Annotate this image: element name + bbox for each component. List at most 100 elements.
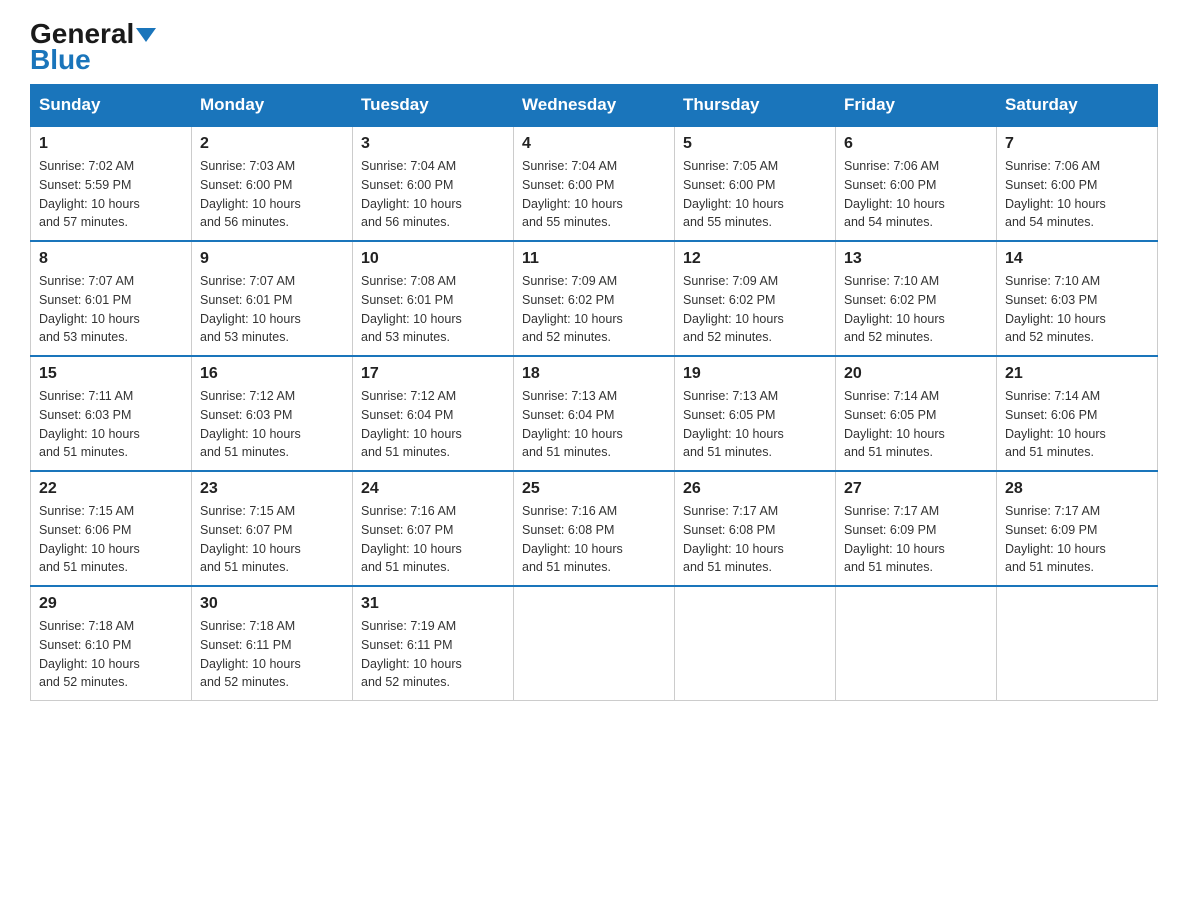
- day-info: Sunrise: 7:13 AM Sunset: 6:04 PM Dayligh…: [522, 387, 666, 462]
- day-info: Sunrise: 7:19 AM Sunset: 6:11 PM Dayligh…: [361, 617, 505, 692]
- day-info: Sunrise: 7:04 AM Sunset: 6:00 PM Dayligh…: [361, 157, 505, 232]
- calendar-day-cell: [836, 586, 997, 701]
- day-number: 1: [39, 135, 183, 153]
- calendar-week-row: 29 Sunrise: 7:18 AM Sunset: 6:10 PM Dayl…: [31, 586, 1158, 701]
- calendar-day-header: Thursday: [675, 85, 836, 127]
- calendar-day-header: Sunday: [31, 85, 192, 127]
- day-number: 26: [683, 480, 827, 498]
- day-number: 22: [39, 480, 183, 498]
- day-info: Sunrise: 7:17 AM Sunset: 6:08 PM Dayligh…: [683, 502, 827, 577]
- calendar-day-cell: 23 Sunrise: 7:15 AM Sunset: 6:07 PM Dayl…: [192, 471, 353, 586]
- day-number: 20: [844, 365, 988, 383]
- day-info: Sunrise: 7:13 AM Sunset: 6:05 PM Dayligh…: [683, 387, 827, 462]
- day-number: 7: [1005, 135, 1149, 153]
- day-info: Sunrise: 7:07 AM Sunset: 6:01 PM Dayligh…: [39, 272, 183, 347]
- day-number: 5: [683, 135, 827, 153]
- day-info: Sunrise: 7:11 AM Sunset: 6:03 PM Dayligh…: [39, 387, 183, 462]
- day-info: Sunrise: 7:03 AM Sunset: 6:00 PM Dayligh…: [200, 157, 344, 232]
- day-info: Sunrise: 7:07 AM Sunset: 6:01 PM Dayligh…: [200, 272, 344, 347]
- calendar-day-header: Wednesday: [514, 85, 675, 127]
- day-info: Sunrise: 7:09 AM Sunset: 6:02 PM Dayligh…: [683, 272, 827, 347]
- day-info: Sunrise: 7:09 AM Sunset: 6:02 PM Dayligh…: [522, 272, 666, 347]
- day-number: 29: [39, 595, 183, 613]
- day-number: 6: [844, 135, 988, 153]
- calendar-day-cell: 3 Sunrise: 7:04 AM Sunset: 6:00 PM Dayli…: [353, 126, 514, 241]
- calendar-day-cell: 16 Sunrise: 7:12 AM Sunset: 6:03 PM Dayl…: [192, 356, 353, 471]
- day-number: 18: [522, 365, 666, 383]
- day-info: Sunrise: 7:12 AM Sunset: 6:04 PM Dayligh…: [361, 387, 505, 462]
- day-number: 23: [200, 480, 344, 498]
- day-number: 12: [683, 250, 827, 268]
- calendar-day-cell: 10 Sunrise: 7:08 AM Sunset: 6:01 PM Dayl…: [353, 241, 514, 356]
- day-info: Sunrise: 7:06 AM Sunset: 6:00 PM Dayligh…: [1005, 157, 1149, 232]
- calendar-day-header: Friday: [836, 85, 997, 127]
- calendar-day-cell: 25 Sunrise: 7:16 AM Sunset: 6:08 PM Dayl…: [514, 471, 675, 586]
- calendar-week-row: 8 Sunrise: 7:07 AM Sunset: 6:01 PM Dayli…: [31, 241, 1158, 356]
- day-info: Sunrise: 7:18 AM Sunset: 6:10 PM Dayligh…: [39, 617, 183, 692]
- day-number: 8: [39, 250, 183, 268]
- calendar-day-cell: [675, 586, 836, 701]
- day-info: Sunrise: 7:06 AM Sunset: 6:00 PM Dayligh…: [844, 157, 988, 232]
- calendar-day-cell: 24 Sunrise: 7:16 AM Sunset: 6:07 PM Dayl…: [353, 471, 514, 586]
- calendar-day-cell: 27 Sunrise: 7:17 AM Sunset: 6:09 PM Dayl…: [836, 471, 997, 586]
- calendar-day-cell: 2 Sunrise: 7:03 AM Sunset: 6:00 PM Dayli…: [192, 126, 353, 241]
- calendar-week-row: 22 Sunrise: 7:15 AM Sunset: 6:06 PM Dayl…: [31, 471, 1158, 586]
- day-number: 25: [522, 480, 666, 498]
- day-info: Sunrise: 7:17 AM Sunset: 6:09 PM Dayligh…: [1005, 502, 1149, 577]
- calendar-day-cell: 30 Sunrise: 7:18 AM Sunset: 6:11 PM Dayl…: [192, 586, 353, 701]
- day-info: Sunrise: 7:12 AM Sunset: 6:03 PM Dayligh…: [200, 387, 344, 462]
- day-info: Sunrise: 7:15 AM Sunset: 6:06 PM Dayligh…: [39, 502, 183, 577]
- logo-blue-text: Blue: [30, 44, 91, 75]
- day-number: 11: [522, 250, 666, 268]
- calendar-day-header: Monday: [192, 85, 353, 127]
- day-number: 19: [683, 365, 827, 383]
- day-number: 16: [200, 365, 344, 383]
- calendar-day-cell: 7 Sunrise: 7:06 AM Sunset: 6:00 PM Dayli…: [997, 126, 1158, 241]
- calendar-day-cell: 12 Sunrise: 7:09 AM Sunset: 6:02 PM Dayl…: [675, 241, 836, 356]
- day-number: 4: [522, 135, 666, 153]
- day-number: 2: [200, 135, 344, 153]
- day-number: 24: [361, 480, 505, 498]
- calendar-day-cell: 20 Sunrise: 7:14 AM Sunset: 6:05 PM Dayl…: [836, 356, 997, 471]
- day-info: Sunrise: 7:14 AM Sunset: 6:05 PM Dayligh…: [844, 387, 988, 462]
- day-info: Sunrise: 7:15 AM Sunset: 6:07 PM Dayligh…: [200, 502, 344, 577]
- calendar-day-cell: 28 Sunrise: 7:17 AM Sunset: 6:09 PM Dayl…: [997, 471, 1158, 586]
- calendar-day-cell: 19 Sunrise: 7:13 AM Sunset: 6:05 PM Dayl…: [675, 356, 836, 471]
- day-number: 10: [361, 250, 505, 268]
- calendar-day-header: Saturday: [997, 85, 1158, 127]
- calendar-week-row: 1 Sunrise: 7:02 AM Sunset: 5:59 PM Dayli…: [31, 126, 1158, 241]
- calendar-day-cell: 17 Sunrise: 7:12 AM Sunset: 6:04 PM Dayl…: [353, 356, 514, 471]
- day-info: Sunrise: 7:18 AM Sunset: 6:11 PM Dayligh…: [200, 617, 344, 692]
- day-info: Sunrise: 7:16 AM Sunset: 6:08 PM Dayligh…: [522, 502, 666, 577]
- logo: General Blue: [30, 20, 156, 74]
- day-info: Sunrise: 7:04 AM Sunset: 6:00 PM Dayligh…: [522, 157, 666, 232]
- calendar-day-cell: 1 Sunrise: 7:02 AM Sunset: 5:59 PM Dayli…: [31, 126, 192, 241]
- day-number: 13: [844, 250, 988, 268]
- calendar-week-row: 15 Sunrise: 7:11 AM Sunset: 6:03 PM Dayl…: [31, 356, 1158, 471]
- calendar-day-cell: 14 Sunrise: 7:10 AM Sunset: 6:03 PM Dayl…: [997, 241, 1158, 356]
- calendar-table: SundayMondayTuesdayWednesdayThursdayFrid…: [30, 84, 1158, 701]
- logo-triangle-icon: [136, 28, 156, 42]
- calendar-day-cell: 15 Sunrise: 7:11 AM Sunset: 6:03 PM Dayl…: [31, 356, 192, 471]
- calendar-day-cell: 4 Sunrise: 7:04 AM Sunset: 6:00 PM Dayli…: [514, 126, 675, 241]
- calendar-day-cell: 22 Sunrise: 7:15 AM Sunset: 6:06 PM Dayl…: [31, 471, 192, 586]
- day-number: 9: [200, 250, 344, 268]
- calendar-day-cell: 13 Sunrise: 7:10 AM Sunset: 6:02 PM Dayl…: [836, 241, 997, 356]
- calendar-day-cell: 9 Sunrise: 7:07 AM Sunset: 6:01 PM Dayli…: [192, 241, 353, 356]
- calendar-day-cell: 29 Sunrise: 7:18 AM Sunset: 6:10 PM Dayl…: [31, 586, 192, 701]
- calendar-day-cell: 5 Sunrise: 7:05 AM Sunset: 6:00 PM Dayli…: [675, 126, 836, 241]
- day-number: 3: [361, 135, 505, 153]
- logo-blue-line: Blue: [30, 46, 91, 74]
- calendar-day-cell: 6 Sunrise: 7:06 AM Sunset: 6:00 PM Dayli…: [836, 126, 997, 241]
- day-number: 15: [39, 365, 183, 383]
- day-info: Sunrise: 7:17 AM Sunset: 6:09 PM Dayligh…: [844, 502, 988, 577]
- day-number: 28: [1005, 480, 1149, 498]
- day-info: Sunrise: 7:05 AM Sunset: 6:00 PM Dayligh…: [683, 157, 827, 232]
- calendar-day-header: Tuesday: [353, 85, 514, 127]
- day-number: 14: [1005, 250, 1149, 268]
- day-info: Sunrise: 7:10 AM Sunset: 6:02 PM Dayligh…: [844, 272, 988, 347]
- calendar-day-cell: 8 Sunrise: 7:07 AM Sunset: 6:01 PM Dayli…: [31, 241, 192, 356]
- day-info: Sunrise: 7:16 AM Sunset: 6:07 PM Dayligh…: [361, 502, 505, 577]
- day-info: Sunrise: 7:02 AM Sunset: 5:59 PM Dayligh…: [39, 157, 183, 232]
- calendar-day-cell: 18 Sunrise: 7:13 AM Sunset: 6:04 PM Dayl…: [514, 356, 675, 471]
